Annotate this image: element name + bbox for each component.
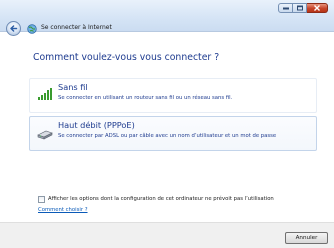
show-unsupported-options-checkbox[interactable] [38, 196, 45, 203]
option-wireless-description: Se connecter en utilisant un routeur san… [58, 95, 233, 101]
maximize-icon [296, 5, 303, 11]
minimize-icon [282, 7, 289, 10]
option-broadband-label: Haut débit (PPPoE) [58, 120, 135, 130]
show-unsupported-options-label[interactable]: Afficher les options dont la configurati… [48, 196, 274, 202]
window-controls [278, 3, 328, 13]
help-choose-link[interactable]: Comment choisir ? [38, 207, 88, 213]
option-broadband[interactable]: Haut débit (PPPoE) Se connecter par ADSL… [29, 116, 317, 151]
option-broadband-description: Se connecter par ADSL ou par câble avec … [58, 133, 277, 139]
cancel-button[interactable]: Annuler [285, 232, 328, 244]
broadband-modem-icon [37, 130, 53, 140]
minimize-button[interactable] [278, 3, 293, 13]
page-heading: Comment voulez-vous vous connecter ? [33, 52, 220, 63]
network-globe-icon [27, 24, 37, 34]
maximize-button[interactable] [293, 3, 307, 13]
footer-bar: Annuler [0, 222, 334, 248]
option-wireless-label: Sans fil [58, 82, 88, 92]
close-icon [314, 5, 320, 11]
connect-to-internet-window: Se connecter à Internet Comment voulez-v… [0, 0, 334, 248]
wireless-signal-icon [38, 88, 52, 100]
window-title: Se connecter à Internet [41, 24, 112, 31]
close-button[interactable] [307, 3, 328, 13]
back-arrow-icon [10, 25, 18, 32]
back-button[interactable] [6, 21, 21, 36]
option-wireless[interactable]: Sans fil Se connecter en utilisant un ro… [29, 78, 317, 113]
